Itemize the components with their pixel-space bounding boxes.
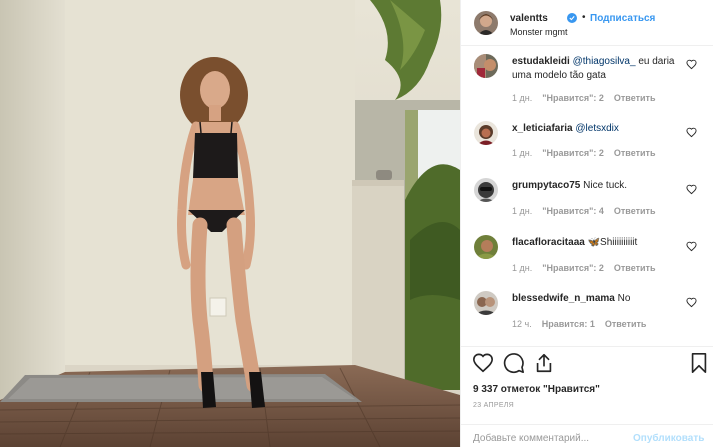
header-separator: • xyxy=(582,12,586,23)
comment-like-count[interactable]: "Нравится": 2 xyxy=(542,263,604,273)
comment-text: grumpytaco75 Nice tuck. xyxy=(512,179,687,193)
comment-heart-icon[interactable] xyxy=(686,184,697,195)
actions-divider xyxy=(461,346,713,347)
publish-button[interactable]: Опубликовать xyxy=(633,433,704,444)
comment-like-count[interactable]: "Нравится": 2 xyxy=(542,148,604,158)
comment-item: grumpytaco75 Nice tuck. 1 дн. "Нравится":… xyxy=(461,170,713,226)
comment-input[interactable] xyxy=(473,430,628,446)
comment-body: Nice tuck. xyxy=(580,180,628,191)
comment-mention[interactable]: @letsxdix xyxy=(575,123,619,134)
follow-button[interactable]: Подписаться xyxy=(590,13,655,24)
comment-username[interactable]: grumpytaco75 xyxy=(512,180,580,191)
post-date: 23 АПРЕЛЯ xyxy=(473,402,515,409)
comment-item: x_leticiafaria @letsxdix 1 дн. "Нравится"… xyxy=(461,113,713,169)
comment-time[interactable]: 1 дн. xyxy=(512,206,532,216)
comment-item: blessedwife_n_mama No 12 ч. Нравится: 1 От… xyxy=(461,283,713,339)
comment-like-count[interactable]: "Нравится": 2 xyxy=(542,93,604,103)
comment-meta: 1 дн. "Нравится": 2 Ответить xyxy=(512,148,665,158)
comment-heart-icon[interactable] xyxy=(686,127,697,138)
comment-heart-icon[interactable] xyxy=(686,59,697,70)
comment-body: 🦋Shiiiiiiiiiit xyxy=(584,237,638,248)
comment-username[interactable]: blessedwife_n_mama xyxy=(512,293,615,304)
post-photo[interactable] xyxy=(0,0,460,447)
like-count[interactable]: 9 337 отметок "Нравится" xyxy=(473,384,600,395)
comment-bubble-icon[interactable] xyxy=(503,352,525,374)
author-avatar[interactable] xyxy=(474,11,498,35)
reply-button[interactable]: Ответить xyxy=(614,206,656,216)
comment-meta: 1 дн. "Нравится": 2 Ответить xyxy=(512,93,665,103)
comment-meta: 1 дн. "Нравится": 2 Ответить xyxy=(512,263,665,273)
commenter-avatar[interactable] xyxy=(474,235,498,259)
author-username[interactable]: valentts xyxy=(510,13,548,24)
verified-badge-icon xyxy=(567,13,577,23)
comment-username[interactable]: flacafloracitaaa xyxy=(512,237,585,248)
comment-heart-icon[interactable] xyxy=(686,241,697,252)
comment-username[interactable]: x_leticiafaria xyxy=(512,123,573,134)
comment-time[interactable]: 1 дн. xyxy=(512,148,532,158)
comment-text: x_leticiafaria @letsxdix xyxy=(512,122,687,136)
comment-text: estudakleidi @thiagosilva_ eu daria uma … xyxy=(512,55,687,83)
comment-item: estudakleidi @thiagosilva_ eu daria uma … xyxy=(461,46,713,103)
comment-text: blessedwife_n_mama No xyxy=(512,292,687,306)
share-icon[interactable] xyxy=(533,352,555,374)
comment-heart-icon[interactable] xyxy=(686,297,697,308)
bookmark-icon[interactable] xyxy=(688,352,710,374)
comment-time[interactable]: 12 ч. xyxy=(512,319,532,329)
comment-username[interactable]: estudakleidi xyxy=(512,56,570,67)
heart-icon[interactable] xyxy=(472,352,494,374)
commenter-avatar[interactable] xyxy=(474,178,498,202)
comments-list[interactable]: estudakleidi @thiagosilva_ eu daria uma … xyxy=(461,46,713,346)
post-header: valentts • Подписаться Monster mgmt xyxy=(461,0,713,46)
comment-meta: 12 ч. Нравится: 1 Ответить xyxy=(512,319,656,329)
post-actions xyxy=(461,352,713,380)
post-sidebar: valentts • Подписаться Monster mgmt estu… xyxy=(460,0,713,447)
reply-button[interactable]: Ответить xyxy=(614,148,656,158)
comment-time[interactable]: 1 дн. xyxy=(512,93,532,103)
reply-button[interactable]: Ответить xyxy=(614,93,656,103)
comment-like-count[interactable]: "Нравится": 4 xyxy=(542,206,604,216)
comment-text: flacafloracitaaa 🦋Shiiiiiiiiiit xyxy=(512,236,687,250)
reply-button[interactable]: Ответить xyxy=(614,263,656,273)
commenter-avatar[interactable] xyxy=(474,121,498,145)
commenter-avatar[interactable] xyxy=(474,291,498,315)
post-location[interactable]: Monster mgmt xyxy=(510,27,568,37)
comment-like-count[interactable]: Нравится: 1 xyxy=(542,319,595,329)
commenter-avatar[interactable] xyxy=(474,54,498,78)
comment-item: flacafloracitaaa 🦋Shiiiiiiiiiit 1 дн. "Нр… xyxy=(461,227,713,283)
reply-button[interactable]: Ответить xyxy=(605,319,647,329)
comment-body: No xyxy=(614,293,631,304)
comment-meta: 1 дн. "Нравится": 4 Ответить xyxy=(512,206,665,216)
post-photo-image xyxy=(0,0,460,447)
comment-time[interactable]: 1 дн. xyxy=(512,263,532,273)
add-comment-bar: Опубликовать xyxy=(461,424,713,447)
comment-mention[interactable]: @thiagosilva_ xyxy=(573,56,636,67)
